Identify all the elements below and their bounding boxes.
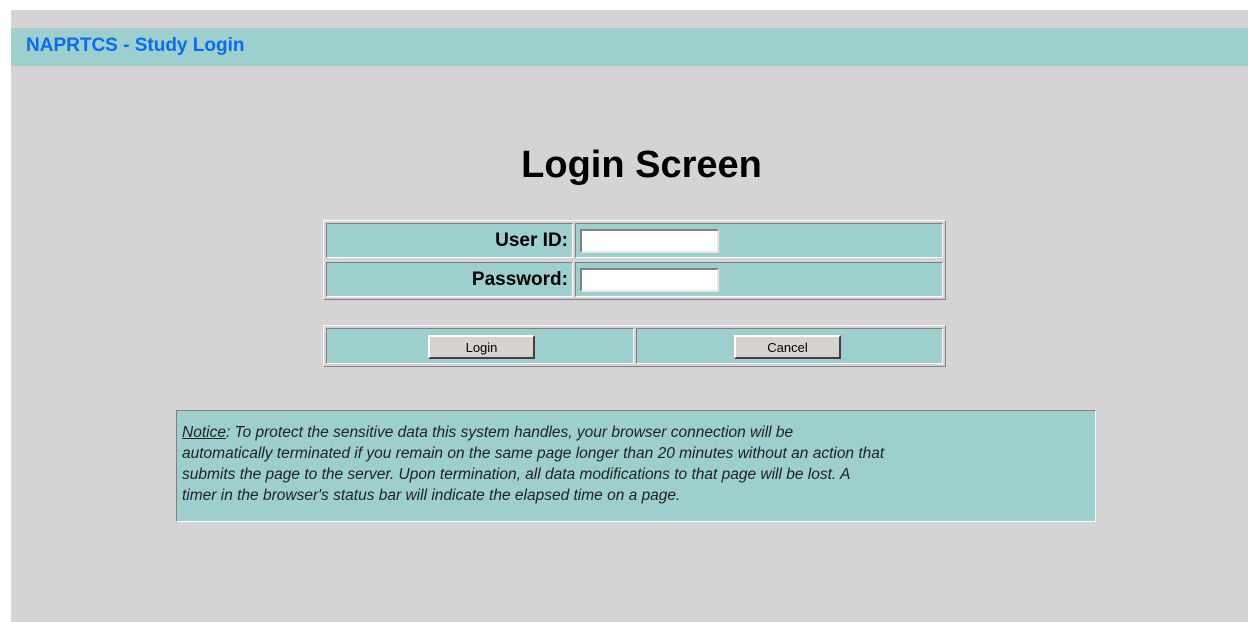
user-id-label-cell: User ID: xyxy=(326,223,573,258)
session-notice: Notice: To protect the sensitive data th… xyxy=(176,410,1096,522)
cancel-cell: Cancel xyxy=(636,328,943,364)
user-id-value-cell xyxy=(575,223,943,258)
page: NAPRTCS - Study Login Login Screen User … xyxy=(11,10,1248,622)
cancel-button[interactable]: Cancel xyxy=(734,335,841,359)
user-id-label: User ID: xyxy=(495,230,568,251)
user-id-input[interactable] xyxy=(580,229,719,253)
buttons-table: Login Cancel xyxy=(323,325,946,367)
password-input[interactable] xyxy=(580,268,719,292)
password-value-cell xyxy=(575,262,943,297)
login-button[interactable]: Login xyxy=(428,335,535,359)
password-row: Password: xyxy=(326,262,943,297)
notice-line-1: : To protect the sensitive data this sys… xyxy=(225,424,794,441)
notice-line-4: timer in the browser's status bar will i… xyxy=(182,487,681,504)
password-label: Password: xyxy=(471,269,568,290)
notice-label: Notice xyxy=(182,424,226,441)
credentials-table: User ID: Password: xyxy=(323,220,946,300)
user-id-row: User ID: xyxy=(326,223,943,258)
notice-line-3: submits the page to the server. Upon ter… xyxy=(182,466,851,483)
login-cell: Login xyxy=(326,328,634,364)
login-heading: Login Screen xyxy=(521,144,762,186)
title-bar: NAPRTCS - Study Login xyxy=(11,28,1248,66)
notice-line-2: automatically terminated if you remain o… xyxy=(182,445,885,462)
password-label-cell: Password: xyxy=(326,262,573,297)
page-title: NAPRTCS - Study Login xyxy=(26,35,245,56)
